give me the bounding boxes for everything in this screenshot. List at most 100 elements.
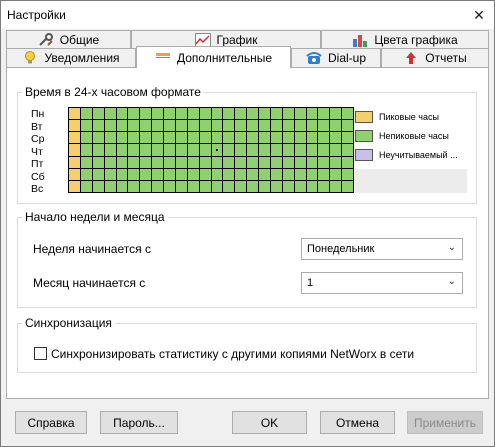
- hour-cell[interactable]: [175, 144, 187, 156]
- hour-cell[interactable]: [294, 120, 306, 132]
- hour-cell[interactable]: [318, 156, 330, 168]
- password-button[interactable]: Пароль...: [100, 411, 178, 434]
- hour-cell[interactable]: [69, 180, 80, 192]
- hour-cell[interactable]: [259, 180, 270, 192]
- hour-cell[interactable]: [223, 156, 235, 168]
- hour-cell[interactable]: [187, 144, 199, 156]
- hour-cell[interactable]: [116, 180, 128, 192]
- hour-cell[interactable]: [164, 108, 175, 120]
- hour-cell[interactable]: [187, 156, 199, 168]
- week-start-select[interactable]: Понедельник ⌄: [301, 238, 463, 260]
- cancel-button[interactable]: Отмена: [320, 411, 395, 434]
- hour-cell[interactable]: [294, 168, 306, 180]
- hour-cell[interactable]: [223, 144, 235, 156]
- hour-cell[interactable]: [152, 132, 163, 144]
- legend-offpeak[interactable]: Непиковые часы: [355, 130, 467, 142]
- hour-cell[interactable]: [223, 108, 235, 120]
- hour-cell[interactable]: [330, 120, 342, 132]
- hour-cell[interactable]: [104, 132, 116, 144]
- hour-cell[interactable]: [116, 156, 128, 168]
- hour-cell[interactable]: [128, 168, 140, 180]
- hour-cell[interactable]: [128, 156, 140, 168]
- hour-cell[interactable]: [92, 168, 104, 180]
- tab-general[interactable]: Общие: [6, 30, 131, 49]
- hour-cell[interactable]: [318, 168, 330, 180]
- hour-cell[interactable]: [235, 180, 247, 192]
- hour-cell[interactable]: [104, 120, 116, 132]
- hour-cell[interactable]: [152, 156, 163, 168]
- hour-cell[interactable]: [306, 156, 318, 168]
- tab-reports[interactable]: Отчеты: [381, 48, 489, 67]
- hour-cell[interactable]: [318, 132, 330, 144]
- hour-cell[interactable]: [187, 120, 199, 132]
- hour-cell[interactable]: [128, 144, 140, 156]
- hour-cell[interactable]: [140, 144, 152, 156]
- hour-cell[interactable]: [80, 156, 92, 168]
- hour-cell[interactable]: [330, 132, 342, 144]
- hour-cell[interactable]: [223, 120, 235, 132]
- hour-cell[interactable]: [164, 180, 175, 192]
- hour-cell[interactable]: [69, 168, 80, 180]
- hour-cell[interactable]: [306, 120, 318, 132]
- hour-cell[interactable]: [199, 120, 211, 132]
- hour-cell[interactable]: [199, 132, 211, 144]
- hour-cell[interactable]: [342, 168, 353, 180]
- hour-cell[interactable]: [80, 108, 92, 120]
- hour-cell[interactable]: [164, 120, 175, 132]
- hour-cell[interactable]: [282, 144, 294, 156]
- hour-cell[interactable]: [140, 180, 152, 192]
- hour-cell[interactable]: [294, 156, 306, 168]
- hour-cell[interactable]: [306, 132, 318, 144]
- hour-cell[interactable]: [235, 156, 247, 168]
- hour-grid[interactable]: [68, 107, 354, 193]
- hour-cell[interactable]: [330, 180, 342, 192]
- hour-cell[interactable]: [211, 180, 223, 192]
- hour-cell[interactable]: [187, 180, 199, 192]
- hour-cell[interactable]: [199, 180, 211, 192]
- hour-cell[interactable]: [247, 108, 258, 120]
- hour-cell[interactable]: [211, 120, 223, 132]
- sync-checkbox[interactable]: [34, 347, 47, 360]
- hour-cell[interactable]: [69, 156, 80, 168]
- month-start-select[interactable]: 1 ⌄: [301, 272, 463, 294]
- hour-cell[interactable]: [69, 132, 80, 144]
- hour-cell[interactable]: [152, 168, 163, 180]
- hour-cell[interactable]: [330, 108, 342, 120]
- hour-cell[interactable]: [92, 132, 104, 144]
- hour-cell[interactable]: [116, 144, 128, 156]
- help-button[interactable]: Справка: [15, 411, 87, 434]
- hour-cell[interactable]: [294, 144, 306, 156]
- hour-cell[interactable]: [140, 120, 152, 132]
- hour-cell[interactable]: [306, 180, 318, 192]
- hour-cell[interactable]: [270, 108, 282, 120]
- hour-cell[interactable]: [211, 132, 223, 144]
- hour-cell[interactable]: [270, 156, 282, 168]
- legend-unmetered[interactable]: Неучитываемый ...: [355, 149, 467, 161]
- hour-cell[interactable]: [187, 108, 199, 120]
- hour-cell[interactable]: [282, 168, 294, 180]
- tab-graph-colors[interactable]: Цвета графика: [321, 30, 489, 49]
- hour-cell[interactable]: [270, 144, 282, 156]
- hour-cell[interactable]: [259, 108, 270, 120]
- legend-peak[interactable]: Пиковые часы: [355, 111, 467, 123]
- hour-cell[interactable]: [318, 120, 330, 132]
- sync-checkbox-label[interactable]: Синхронизировать статистику с другими ко…: [51, 347, 414, 361]
- hour-cell[interactable]: [223, 180, 235, 192]
- hour-cell[interactable]: [128, 120, 140, 132]
- hour-cell[interactable]: [235, 120, 247, 132]
- hour-cell[interactable]: [306, 144, 318, 156]
- hour-cell[interactable]: [318, 180, 330, 192]
- hour-cell[interactable]: [318, 108, 330, 120]
- hour-cell[interactable]: [164, 132, 175, 144]
- hour-cell[interactable]: [306, 168, 318, 180]
- tab-dialup[interactable]: Dial-up: [291, 48, 381, 67]
- hour-cell[interactable]: [92, 180, 104, 192]
- hour-cell[interactable]: [116, 168, 128, 180]
- hour-cell[interactable]: [69, 120, 80, 132]
- hour-cell[interactable]: [342, 156, 353, 168]
- hour-cell[interactable]: [259, 156, 270, 168]
- hour-cell[interactable]: [164, 168, 175, 180]
- hour-cell[interactable]: [140, 156, 152, 168]
- hour-cell[interactable]: [294, 108, 306, 120]
- hour-cell[interactable]: [318, 144, 330, 156]
